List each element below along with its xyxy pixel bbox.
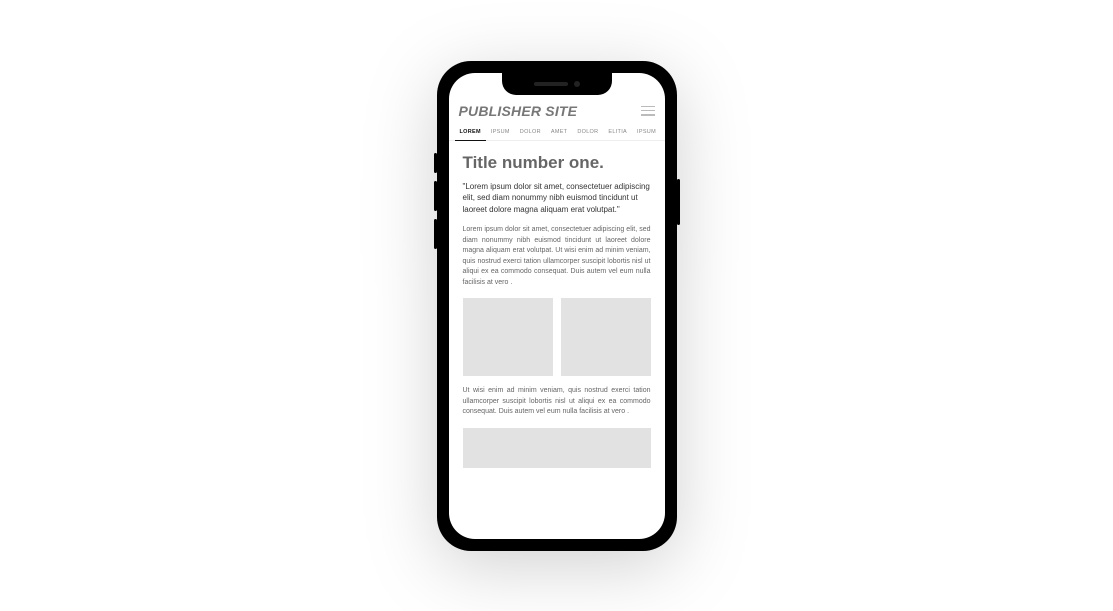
phone-frame: PUBLISHER SITE LOREM IPSUM DOLOR AMET DO… [437,61,677,551]
hamburger-menu-icon[interactable] [641,106,655,116]
tab-lorem[interactable]: LOREM [455,125,486,141]
app-header: PUBLISHER SITE [449,95,665,125]
speaker-icon [534,82,568,86]
phone-screen: PUBLISHER SITE LOREM IPSUM DOLOR AMET DO… [449,73,665,539]
tab-dolor-2[interactable]: DOLOR [572,125,603,140]
tab-ipsum-2[interactable]: IPSUM [632,125,661,140]
image-placeholder-wide [463,428,651,468]
site-title: PUBLISHER SITE [459,103,578,119]
tab-amet[interactable]: AMET [546,125,572,140]
image-placeholder [463,298,553,376]
article-body-paragraph: Ut wisi enim ad minim veniam, quis nostr… [463,386,651,418]
image-row [463,298,651,376]
article: Title number one. "Lorem ipsum dolor sit… [449,141,665,468]
nav-tabs: LOREM IPSUM DOLOR AMET DOLOR ELITIA IPSU… [449,125,665,141]
app-content: PUBLISHER SITE LOREM IPSUM DOLOR AMET DO… [449,95,665,539]
tab-ipsum[interactable]: IPSUM [486,125,515,140]
article-body-paragraph: Lorem ipsum dolor sit amet, consectetuer… [463,225,651,288]
image-placeholder [561,298,651,376]
tab-elitia[interactable]: ELITIA [603,125,632,140]
phone-mockup: PUBLISHER SITE LOREM IPSUM DOLOR AMET DO… [437,61,677,551]
article-title: Title number one. [463,153,651,173]
phone-side-button [677,179,680,225]
article-quote: "Lorem ipsum dolor sit amet, consectetue… [463,181,651,216]
phone-notch [502,73,612,95]
camera-icon [574,81,580,87]
tab-dolor[interactable]: DOLOR [515,125,546,140]
